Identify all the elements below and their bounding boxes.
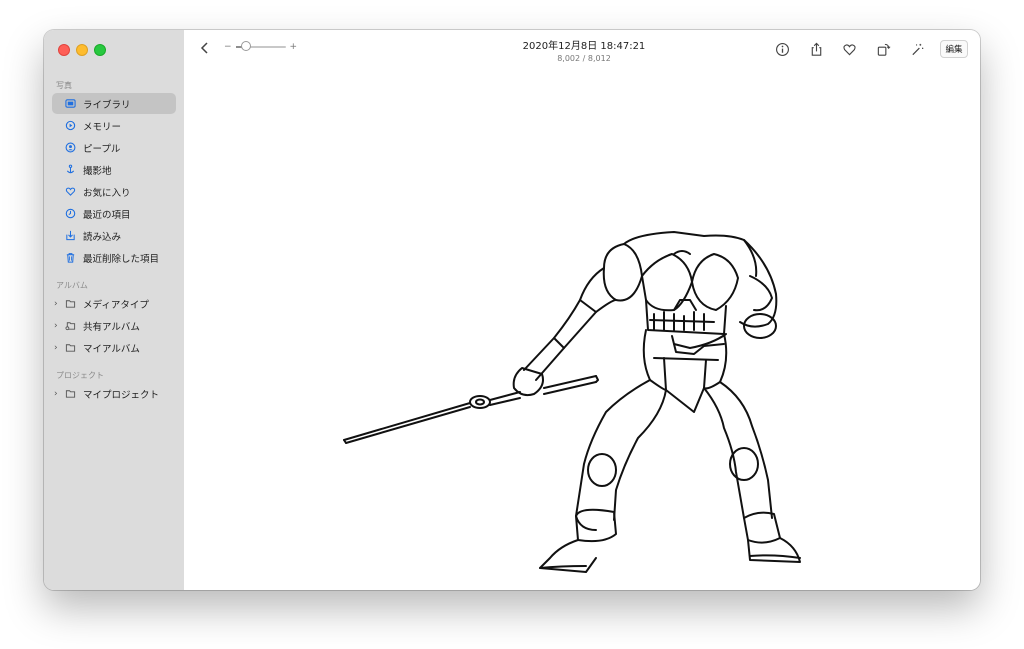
sidebar: 写真 ライブラリ メモリー ピープル 撮影地 お気に入り 最近の項目 読み込み … bbox=[44, 30, 185, 590]
line-drawing-figure bbox=[343, 231, 801, 573]
trash-icon bbox=[64, 252, 76, 264]
folder-icon bbox=[64, 298, 76, 310]
places-icon bbox=[64, 164, 76, 176]
toolbar: − + 2020年12月8日 18:47:21 8,002 / 8,012 編集 bbox=[184, 30, 980, 68]
heart-icon bbox=[64, 186, 76, 198]
zoom-window-button[interactable] bbox=[94, 44, 106, 56]
favorite-heart-icon[interactable] bbox=[841, 41, 857, 57]
clock-icon bbox=[64, 208, 76, 220]
window-controls bbox=[58, 44, 106, 56]
sidebar-item-people[interactable]: ピープル bbox=[52, 137, 176, 158]
info-icon[interactable] bbox=[774, 41, 790, 57]
sidebar-item-my-albums[interactable]: › マイアルバム bbox=[52, 337, 176, 358]
chevron-right-icon[interactable]: › bbox=[54, 343, 63, 353]
sidebar-item-label: 撮影地 bbox=[83, 165, 112, 177]
sidebar-item-shared-albums[interactable]: › 共有アルバム bbox=[52, 315, 176, 336]
zoom-out-label[interactable]: − bbox=[224, 42, 232, 52]
photo-title-block: 2020年12月8日 18:47:21 8,002 / 8,012 bbox=[484, 37, 684, 63]
sidebar-item-label: お気に入り bbox=[83, 187, 131, 199]
sidebar-item-label: メモリー bbox=[83, 121, 122, 133]
sidebar-item-label: ライブラリ bbox=[83, 99, 131, 111]
photo-count: 8,002 / 8,012 bbox=[557, 54, 611, 63]
section-title-albums: アルバム bbox=[56, 281, 88, 290]
folder-icon bbox=[64, 388, 76, 400]
photos-window: 写真 ライブラリ メモリー ピープル 撮影地 お気に入り 最近の項目 読み込み … bbox=[44, 30, 980, 590]
sidebar-item-places[interactable]: 撮影地 bbox=[52, 159, 176, 180]
zoom-control: − + bbox=[224, 41, 298, 52]
chevron-right-icon[interactable]: › bbox=[54, 321, 63, 331]
import-icon bbox=[64, 230, 76, 242]
sidebar-item-label: 読み込み bbox=[83, 231, 122, 243]
people-icon bbox=[64, 142, 76, 154]
enhance-wand-icon[interactable] bbox=[909, 41, 925, 57]
sidebar-item-favorites[interactable]: お気に入り bbox=[52, 181, 176, 202]
rotate-icon[interactable] bbox=[875, 41, 891, 57]
back-button[interactable] bbox=[198, 40, 212, 56]
sidebar-item-imports[interactable]: 読み込み bbox=[52, 225, 176, 246]
photo-image bbox=[184, 68, 980, 590]
zoom-in-label[interactable]: + bbox=[290, 42, 298, 52]
section-title-photos: 写真 bbox=[56, 81, 72, 90]
sidebar-item-label: マイプロジェクト bbox=[83, 389, 160, 401]
folder-icon bbox=[64, 342, 76, 354]
sidebar-item-media-types[interactable]: › メディアタイプ bbox=[52, 293, 176, 314]
minimize-button[interactable] bbox=[76, 44, 88, 56]
sidebar-item-recents[interactable]: 最近の項目 bbox=[52, 203, 176, 224]
zoom-slider-knob[interactable] bbox=[240, 41, 251, 51]
sidebar-item-library[interactable]: ライブラリ bbox=[52, 93, 176, 114]
chevron-right-icon[interactable]: › bbox=[54, 299, 63, 309]
shared-folder-icon bbox=[64, 320, 76, 332]
sidebar-item-my-projects[interactable]: › マイプロジェクト bbox=[52, 383, 176, 404]
chevron-right-icon[interactable]: › bbox=[54, 389, 63, 399]
library-icon bbox=[64, 98, 76, 110]
sidebar-item-label: ピープル bbox=[83, 143, 121, 155]
sidebar-item-label: マイアルバム bbox=[83, 343, 140, 355]
photo-date-title: 2020年12月8日 18:47:21 bbox=[522, 41, 646, 52]
photo-viewer: − + 2020年12月8日 18:47:21 8,002 / 8,012 編集 bbox=[184, 30, 980, 590]
sidebar-item-memories[interactable]: メモリー bbox=[52, 115, 176, 136]
sidebar-item-label: 最近削除した項目 bbox=[83, 253, 160, 265]
share-icon[interactable] bbox=[808, 41, 824, 57]
sidebar-item-label: メディアタイプ bbox=[83, 299, 149, 311]
zoom-slider[interactable] bbox=[235, 41, 286, 51]
memories-icon bbox=[64, 120, 76, 132]
sidebar-item-label: 共有アルバム bbox=[83, 321, 140, 333]
edit-button[interactable]: 編集 bbox=[940, 40, 968, 58]
section-title-projects: プロジェクト bbox=[56, 371, 104, 380]
sidebar-item-label: 最近の項目 bbox=[83, 209, 131, 221]
sidebar-item-recently-deleted[interactable]: 最近削除した項目 bbox=[52, 247, 176, 268]
close-button[interactable] bbox=[58, 44, 70, 56]
